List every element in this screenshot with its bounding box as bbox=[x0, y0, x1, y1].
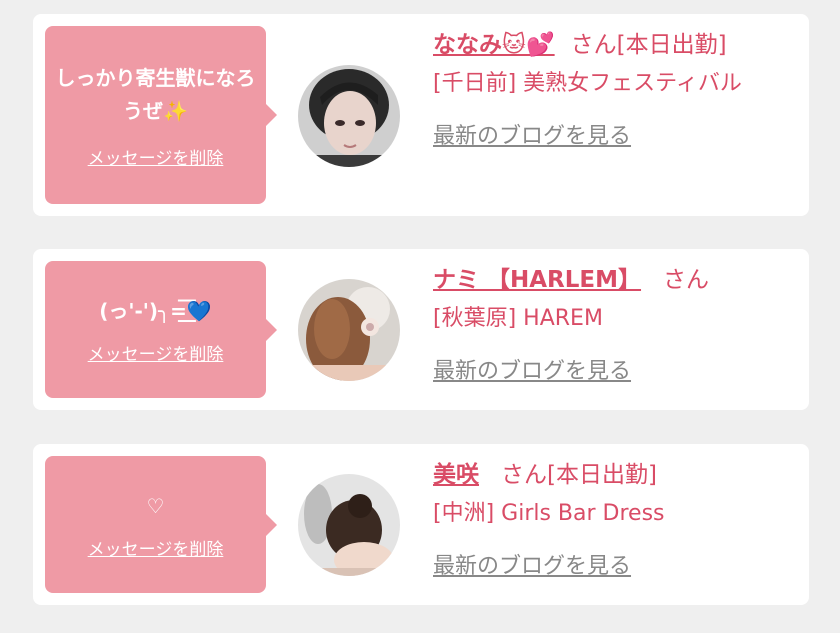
message-info: ナミ 【HARLEM】 さん [秋葉原] HAREM 最新のブログを見る bbox=[433, 263, 785, 385]
message-text: ♡ bbox=[146, 493, 165, 518]
message-card: ♡ メッセージを削除 美咲 さん[本日出勤] [中洲] Girls Bar Dre… bbox=[33, 444, 809, 605]
message-bubble: (っ'-')╮=͟͟͞͞💙 メッセージを削除 bbox=[45, 261, 277, 398]
shop-name: [千日前] 美熟女フェスティバル bbox=[433, 71, 742, 96]
delete-message-link[interactable]: メッセージを削除 bbox=[88, 340, 224, 365]
avatar-photo-icon bbox=[298, 279, 400, 381]
delete-message-link[interactable]: メッセージを削除 bbox=[88, 535, 224, 560]
sender-honorific: さん[本日出勤] bbox=[570, 32, 727, 58]
avatar[interactable] bbox=[298, 279, 400, 381]
sender-name-link[interactable]: ナミ 【HARLEM】 bbox=[433, 267, 641, 293]
sender-name-link[interactable]: ななみ🐱💕 bbox=[433, 32, 555, 58]
sender-line: ナミ 【HARLEM】 さん bbox=[433, 263, 785, 297]
latest-blog-link[interactable]: 最新のブログを見る bbox=[433, 548, 631, 580]
avatar[interactable] bbox=[298, 474, 400, 576]
message-info: ななみ🐱💕 さん[本日出勤] [千日前] 美熟女フェスティバル 最新のブログを見る bbox=[433, 28, 785, 150]
sender-honorific: さん[本日出勤] bbox=[501, 462, 657, 488]
shop-name: [秋葉原] HAREM bbox=[433, 306, 603, 331]
message-text: (っ'-')╮=͟͟͞͞💙 bbox=[99, 298, 212, 323]
latest-blog-link[interactable]: 最新のブログを見る bbox=[433, 118, 631, 150]
sender-name-link[interactable]: 美咲 bbox=[433, 462, 479, 488]
avatar-photo-icon bbox=[298, 474, 400, 576]
message-bubble: しっかり寄生獣になろうぜ✨ メッセージを削除 bbox=[45, 26, 277, 204]
message-card: しっかり寄生獣になろうぜ✨ メッセージを削除 ななみ🐱💕 さん[本日出勤] [千日… bbox=[33, 14, 809, 216]
message-bubble: ♡ メッセージを削除 bbox=[45, 456, 277, 593]
message-list: しっかり寄生獣になろうぜ✨ メッセージを削除 ななみ🐱💕 さん[本日出勤] [千日… bbox=[0, 0, 840, 633]
sender-line: ななみ🐱💕 さん[本日出勤] bbox=[433, 28, 785, 62]
avatar-photo-icon bbox=[298, 65, 400, 167]
sender-honorific: さん bbox=[663, 267, 710, 293]
avatar[interactable] bbox=[298, 65, 400, 167]
shop-name: [中洲] Girls Bar Dress bbox=[433, 501, 665, 526]
delete-message-link[interactable]: メッセージを削除 bbox=[88, 144, 224, 169]
sender-line: 美咲 さん[本日出勤] bbox=[433, 458, 785, 492]
message-info: 美咲 さん[本日出勤] [中洲] Girls Bar Dress 最新のブログを見… bbox=[433, 458, 785, 580]
message-card: (っ'-')╮=͟͟͞͞💙 メッセージを削除 ナミ 【HARLEM】 さん [秋葉… bbox=[33, 249, 809, 410]
latest-blog-link[interactable]: 最新のブログを見る bbox=[433, 353, 631, 385]
message-text: しっかり寄生獣になろうぜ✨ bbox=[55, 65, 256, 123]
